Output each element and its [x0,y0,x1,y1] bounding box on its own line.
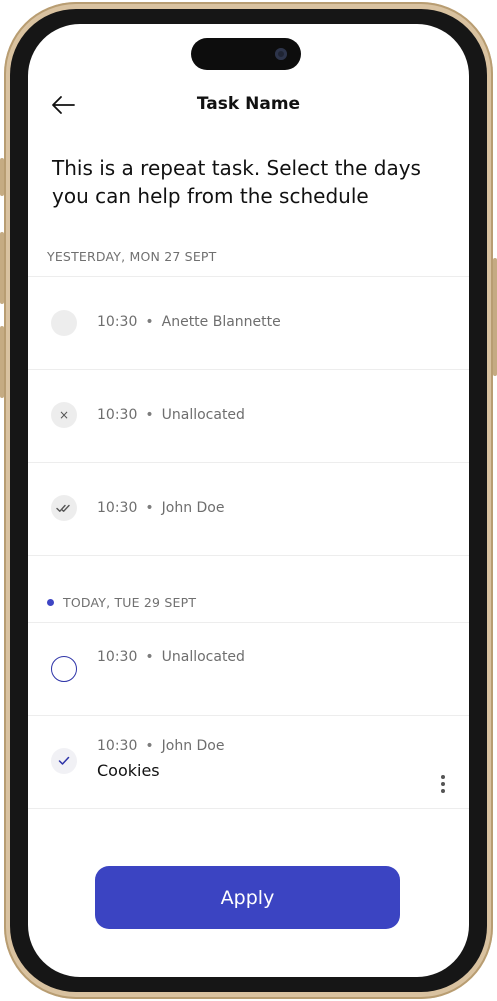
task-item-title: Cookies [97,761,160,780]
instruction-text: This is a repeat task. Select the days y… [52,156,421,208]
unselected-radio-icon[interactable] [51,656,77,682]
check-glyph [58,756,70,765]
row-time: 10:30 [97,314,138,330]
row-meta: 10:30 • Unallocated [97,649,245,665]
dynamic-island [191,38,301,70]
row-time: 10:30 [97,407,138,423]
divider [28,808,469,809]
section-header-today: TODAY, TUE 29 SEPT [28,592,469,612]
page-title: Task Name [196,94,301,114]
selected-check-icon[interactable] [51,748,77,774]
schedule-row[interactable]: 10:30 • Anette Blannette [28,277,469,369]
row-meta: 10:30 • Anette Blannette [97,314,281,330]
today-indicator-dot [47,598,54,606]
bullet-separator: • [145,314,154,330]
bullet-separator: • [145,649,154,665]
phone-volume-down-button [0,326,4,398]
row-time: 10:30 [97,649,138,665]
row-assignee: Unallocated [161,649,245,665]
declined-x-icon: × [51,402,77,428]
row-meta: 10:30 • Unallocated [97,407,245,423]
phone-volume-up-button [0,232,4,304]
bullet-separator: • [145,500,154,516]
double-check-icon [51,495,77,521]
empty-status-icon [51,310,77,336]
apply-button[interactable]: Apply [95,866,400,929]
phone-action-button [0,158,4,196]
section-date-label: TODAY, TUE 29 SEPT [63,594,197,610]
row-time: 10:30 [97,500,138,516]
schedule-row[interactable]: 10:30 • John Doe Cookies [28,716,469,808]
row-assignee: John Doe [161,500,225,516]
bullet-separator: • [145,407,154,423]
bullet-separator: • [145,738,154,754]
schedule-row[interactable]: 10:30 • John Doe [28,463,469,555]
section-header-yesterday: YESTERDAY, MON 27 SEPT [28,246,469,266]
row-meta: 10:30 • John Doe [97,500,224,516]
double-check-glyph [56,504,70,512]
more-options-icon[interactable] [439,773,447,795]
schedule-row[interactable]: × 10:30 • Unallocated [28,370,469,462]
phone-power-button [493,258,497,376]
app-screen: Task Name This is a repeat task. Select … [28,24,469,977]
section-date-label: YESTERDAY, MON 27 SEPT [47,248,217,264]
row-assignee: John Doe [161,738,225,754]
row-meta: 10:30 • John Doe [97,738,224,754]
camera-icon [275,48,287,60]
row-time: 10:30 [97,738,138,754]
schedule-row[interactable]: 10:30 • Unallocated [28,623,469,715]
row-assignee: Unallocated [161,407,245,423]
row-assignee: Anette Blannette [161,314,281,330]
divider [28,555,469,556]
